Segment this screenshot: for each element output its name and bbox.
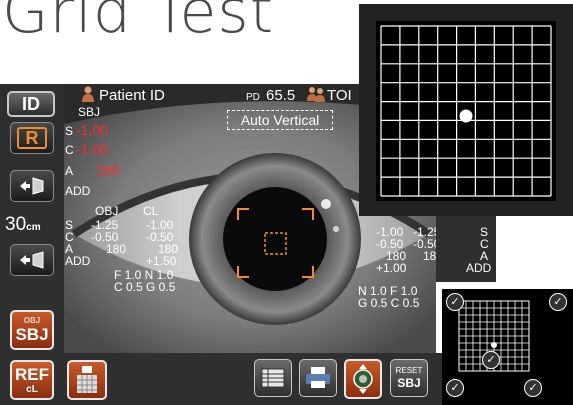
lens-back-button[interactable] bbox=[10, 244, 54, 276]
right-va-line2: G 0.5 C 0.5 bbox=[358, 296, 420, 310]
obj-small-label: OBJ bbox=[23, 315, 41, 325]
right-add-label: ADD bbox=[466, 261, 492, 275]
reset-sbj-button[interactable]: RESET SBJ bbox=[390, 359, 428, 397]
sbj-button[interactable]: OBJ SBJ bbox=[10, 310, 54, 350]
id-label: ID bbox=[22, 93, 40, 114]
left-add-label: ADD bbox=[65, 254, 91, 268]
obj-header: OBJ bbox=[95, 204, 119, 218]
table-icon bbox=[261, 368, 285, 388]
r-label: R bbox=[25, 127, 39, 148]
grid-chart-popup bbox=[359, 4, 573, 216]
patients-icon bbox=[307, 87, 325, 102]
ref-button[interactable]: REF cL bbox=[10, 360, 54, 400]
r-badge: R bbox=[17, 127, 47, 149]
sbj-add-label: ADD bbox=[65, 184, 91, 198]
check-icon[interactable]: ✓ bbox=[524, 379, 542, 397]
sbj-title: SBJ bbox=[78, 105, 101, 119]
patient-id-label: Patient ID bbox=[99, 87, 165, 104]
top-label: TOI bbox=[327, 87, 352, 104]
reset-sub-label: SBJ bbox=[397, 376, 421, 390]
distance-unit: cm bbox=[26, 222, 41, 233]
id-button[interactable]: ID bbox=[7, 91, 55, 117]
check-icon[interactable]: ✓ bbox=[446, 379, 464, 397]
sbj-a-label: A bbox=[65, 164, 74, 178]
sbj-s-value: -1.00 bbox=[76, 122, 108, 138]
sbj-s-label: S bbox=[65, 124, 74, 138]
table-view-button[interactable] bbox=[254, 359, 292, 397]
right-col2-a: 180 bbox=[423, 249, 436, 263]
target-settings-icon bbox=[353, 364, 373, 394]
sbj-a-value: 180 bbox=[96, 162, 120, 178]
left-va-line2: C 0.5 G 0.5 bbox=[114, 280, 176, 294]
mode-indicator[interactable]: Auto Vertical bbox=[227, 110, 333, 130]
amsler-grid bbox=[376, 21, 556, 201]
page-title: Grid Test bbox=[2, 0, 275, 47]
sbj-c-label: C bbox=[65, 143, 74, 157]
check-icon[interactable]: ✓ bbox=[446, 293, 464, 311]
pd-value: 65.5 bbox=[266, 87, 296, 104]
check-icon[interactable]: ✓ bbox=[549, 293, 567, 311]
distance-value: 30 bbox=[5, 214, 27, 235]
right-eye-button[interactable]: R bbox=[10, 122, 54, 154]
target-settings-button[interactable] bbox=[344, 359, 382, 399]
ref-label: REF bbox=[15, 365, 49, 384]
cl-header: CL bbox=[143, 204, 159, 218]
ref-sub-label: cL bbox=[26, 384, 38, 395]
sbj-c-value: -1.00 bbox=[76, 141, 108, 157]
cl-add-value: +1.50 bbox=[146, 254, 177, 268]
sbj-label: SBJ bbox=[15, 324, 49, 344]
print-button[interactable] bbox=[299, 359, 337, 397]
reset-label: RESET bbox=[395, 366, 423, 375]
grid-chart-icon bbox=[77, 366, 97, 393]
grid-chart-display bbox=[376, 21, 556, 201]
printer-icon bbox=[306, 367, 330, 388]
person-icon bbox=[82, 86, 94, 102]
chart-thumbnail-panel: ✓ ✓ ✓ ✓ ✓ bbox=[442, 289, 573, 405]
lens-left-icon bbox=[20, 177, 44, 195]
chart-select-button[interactable] bbox=[67, 360, 107, 400]
mode-label: Auto Vertical bbox=[240, 112, 320, 128]
pd-label: PD bbox=[246, 92, 260, 103]
right-col1-add: +1.00 bbox=[376, 261, 407, 275]
obj-a-value: 180 bbox=[106, 242, 127, 256]
distance-readout: 30cm bbox=[5, 214, 41, 236]
lens-forward-button[interactable] bbox=[10, 170, 54, 202]
check-icon[interactable]: ✓ bbox=[482, 351, 500, 369]
lens-right-icon bbox=[20, 251, 44, 269]
side-panel: ID R 30cm OBJ SBJ REF cL bbox=[0, 84, 64, 405]
